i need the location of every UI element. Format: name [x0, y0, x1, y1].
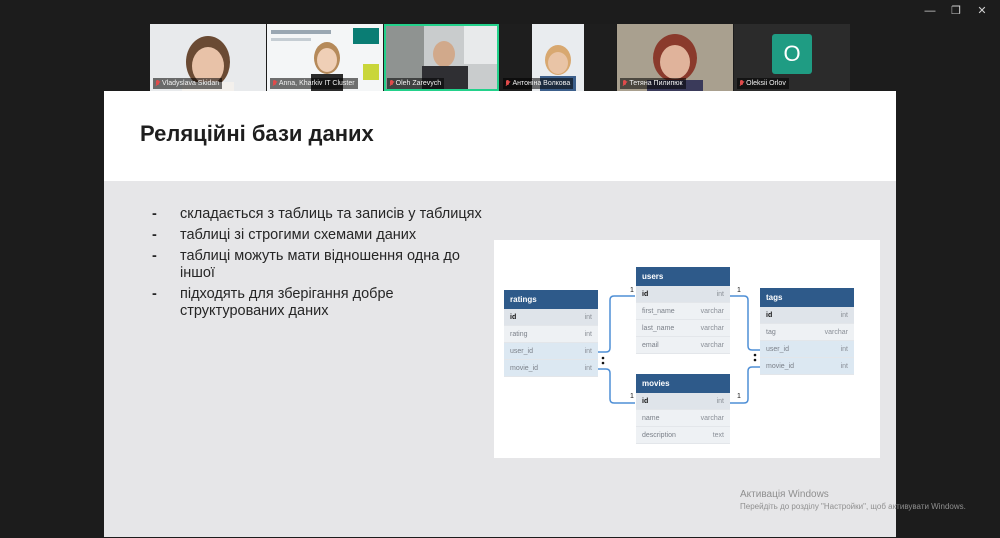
mic-muted-icon	[389, 80, 394, 87]
activation-watermark-subtitle: Перейдіть до розділу "Настройки", щоб ак…	[740, 502, 966, 511]
participant-name: Антоніна Волкова	[503, 78, 574, 89]
participant-tile[interactable]: Vladyslava Skidan	[150, 24, 266, 91]
db-row: user_id int	[504, 343, 598, 360]
mic-muted-icon	[622, 80, 627, 87]
avatar: O	[772, 33, 813, 74]
schema-diagram: 1 1 1 1 ratings id int rating int user_id i…	[494, 240, 880, 458]
db-row: id int	[636, 393, 730, 410]
db-row: id int	[504, 309, 598, 326]
activation-watermark-title: Активація Windows	[740, 489, 829, 500]
participant-name: Oleksii Orlov	[737, 78, 789, 89]
db-row: tag varchar	[760, 324, 854, 341]
db-row: last_name varchar	[636, 320, 730, 337]
db-table-name: movies	[636, 374, 730, 393]
db-table-name: users	[636, 267, 730, 286]
db-row: movie_id int	[504, 360, 598, 377]
bullet-marker: -	[152, 227, 157, 243]
bullet-item: - складається з таблиць та записів у таб…	[152, 206, 482, 222]
db-table-name: tags	[760, 288, 854, 307]
cardinality-label: 1	[737, 287, 741, 294]
db-row: description text	[636, 427, 730, 444]
minimize-button[interactable]: —	[918, 4, 942, 18]
meeting-window: — ❐ ✕ Vladyslava Skidan Anna, Kharkiv IT…	[0, 0, 1000, 538]
mic-muted-icon	[272, 80, 277, 87]
db-row: id int	[636, 286, 730, 303]
bullet-list: - складається з таблиць та записів у таб…	[152, 206, 482, 324]
db-row: user_id int	[760, 341, 854, 358]
participant-tile[interactable]: Anna, Kharkiv IT Cluster	[266, 24, 383, 91]
bullet-marker: -	[152, 206, 157, 222]
cardinality-label: 1	[630, 393, 634, 400]
db-row: email varchar	[636, 337, 730, 354]
db-row: first_name varchar	[636, 303, 730, 320]
bullet-marker: -	[152, 286, 157, 302]
db-table-ratings: ratings id int rating int user_id int movie…	[504, 290, 598, 377]
cardinality-label: 1	[630, 287, 634, 294]
participant-tile[interactable]: Антоніна Волкова	[500, 24, 617, 91]
db-table-name: ratings	[504, 290, 598, 309]
db-table-tags: tags id int tag varchar user_id int movie_i…	[760, 288, 854, 375]
participant-tile[interactable]: O Oleksii Orlov	[734, 24, 850, 91]
db-row: movie_id int	[760, 358, 854, 375]
restore-button[interactable]: ❐	[944, 4, 968, 18]
db-table-movies: movies id int name varchar description text	[636, 374, 730, 444]
window-controls: — ❐ ✕	[918, 4, 994, 18]
participant-tile[interactable]: Тетяна Пилипюк	[617, 24, 734, 91]
participant-strip: Vladyslava Skidan Anna, Kharkiv IT Clust…	[150, 24, 851, 91]
slide-title: Реляційні бази даних	[140, 121, 374, 146]
bullet-item: - підходять для зберігання добре структу…	[152, 286, 394, 319]
mic-muted-icon	[739, 80, 744, 87]
bullet-item: - таблиці можуть мати відношення одна до…	[152, 248, 460, 281]
participant-name: Vladyslava Skidan	[153, 78, 223, 89]
db-row: rating int	[504, 326, 598, 343]
participant-name: Тетяна Пилипюк	[620, 78, 686, 89]
mic-muted-icon	[505, 80, 510, 87]
participant-name: Anna, Kharkiv IT Cluster	[269, 78, 358, 89]
db-row: name varchar	[636, 410, 730, 427]
bullet-item: - таблиці зі строгими схемами даних	[152, 227, 417, 243]
participant-tile-active-speaker[interactable]: Oleh Zarevych	[383, 24, 500, 91]
shared-slide: Реляційні бази даних - складається з таб…	[104, 91, 896, 537]
cardinality-label: 1	[737, 393, 741, 400]
participant-name: Oleh Zarevych	[386, 78, 445, 89]
close-button[interactable]: ✕	[970, 4, 994, 18]
db-row: id int	[760, 307, 854, 324]
bullet-marker: -	[152, 248, 157, 264]
slide-header: Реляційні бази даних	[104, 91, 896, 181]
mic-muted-icon	[155, 80, 160, 87]
db-table-users: users id int first_name varchar last_name v…	[636, 267, 730, 354]
